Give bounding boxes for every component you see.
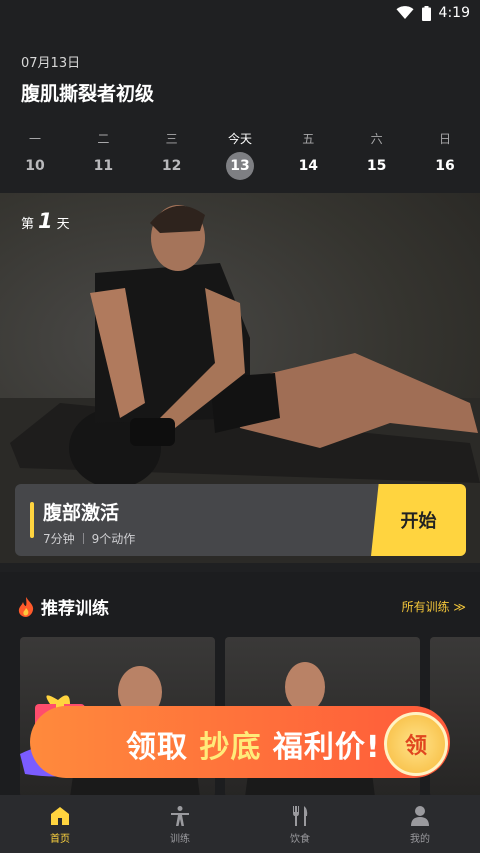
- promo-text: 领取 抄底 福利价!: [126, 722, 381, 766]
- week-calendar: 一 10 二 11 三 12 今天 13 五 14 六 15 日 16: [0, 130, 480, 180]
- day-today[interactable]: 今天 13: [223, 130, 257, 180]
- promo-text-accent: 抄底: [199, 730, 262, 765]
- diet-icon: [293, 805, 308, 826]
- current-date: 07月13日: [21, 56, 81, 71]
- day-number: 11: [93, 158, 114, 174]
- recommend-header: 推荐训练 所有训练 ≫: [17, 594, 466, 619]
- day-number: 15: [366, 158, 387, 174]
- training-icon: [171, 805, 189, 826]
- day-wed[interactable]: 三 12: [155, 130, 189, 180]
- day-fri[interactable]: 五 14: [291, 130, 325, 180]
- day-prefix: 第: [21, 217, 35, 232]
- bottom-tabbar: 首页 训练 饮食 我的: [0, 795, 480, 853]
- all-workouts-link[interactable]: 所有训练 ≫: [402, 598, 466, 615]
- workout-moves: 9个动作: [91, 532, 136, 546]
- weekday-label: 日: [438, 132, 451, 146]
- day-suffix: 天: [56, 217, 70, 232]
- day-number: 12: [161, 158, 182, 174]
- weekday-label: 二: [97, 132, 110, 146]
- accent-bar: [30, 502, 34, 538]
- day-tue[interactable]: 二 11: [86, 130, 120, 180]
- home-icon: [51, 806, 69, 825]
- tab-home-label: 首页: [50, 833, 70, 845]
- tab-home[interactable]: 首页: [20, 804, 100, 845]
- promo-banner[interactable]: 领取 抄底 福利价! 领: [0, 680, 480, 790]
- day-number: 14: [298, 158, 319, 174]
- tab-diet-label: 饮食: [290, 833, 310, 845]
- weekday-label: 三: [165, 132, 178, 146]
- header: 07月13日 腹肌撕裂者初级: [21, 52, 154, 106]
- day-number-large: 1: [38, 209, 53, 233]
- weekday-label: 六: [370, 132, 383, 146]
- day-number: 16: [435, 158, 455, 174]
- recommend-title-group: 推荐训练: [17, 594, 109, 619]
- battery-icon: [421, 5, 431, 21]
- status-bar: 4:19: [0, 0, 480, 26]
- workout-meta: 7分钟 9个动作: [43, 530, 135, 547]
- claim-button[interactable]: 领: [384, 712, 448, 776]
- tab-profile-label: 我的: [410, 833, 430, 845]
- workout-card[interactable]: 腹部激活 7分钟 9个动作 开始: [15, 484, 466, 556]
- day-mon[interactable]: 一 10: [18, 130, 52, 180]
- tab-profile[interactable]: 我的: [380, 804, 460, 845]
- status-time: 4:19: [438, 5, 470, 21]
- day-sat[interactable]: 六 15: [360, 130, 394, 180]
- workout-duration: 7分钟: [43, 532, 75, 546]
- plan-title: 腹肌撕裂者初级: [21, 83, 155, 105]
- tab-training[interactable]: 训练: [140, 804, 220, 845]
- recommend-title: 推荐训练: [41, 599, 109, 619]
- day-number: 10: [25, 158, 45, 174]
- promo-text-suffix: 福利价!: [272, 730, 381, 765]
- wifi-icon: [396, 6, 414, 19]
- fire-icon: [18, 596, 34, 617]
- weekday-label: 一: [28, 132, 41, 146]
- tab-diet[interactable]: 饮食: [260, 804, 340, 845]
- day-badge: 第 1 天: [21, 209, 70, 233]
- tab-training-label: 训练: [170, 833, 190, 845]
- promo-text-prefix: 领取: [126, 730, 188, 765]
- weekday-label: 今天: [227, 132, 252, 146]
- meta-divider: [82, 533, 84, 544]
- profile-icon: [411, 805, 429, 826]
- start-button[interactable]: 开始: [371, 484, 466, 556]
- day-number: 13: [225, 152, 254, 180]
- weekday-label: 五: [302, 132, 315, 146]
- workout-name: 腹部激活: [43, 502, 120, 524]
- day-sun[interactable]: 日 16: [428, 130, 462, 180]
